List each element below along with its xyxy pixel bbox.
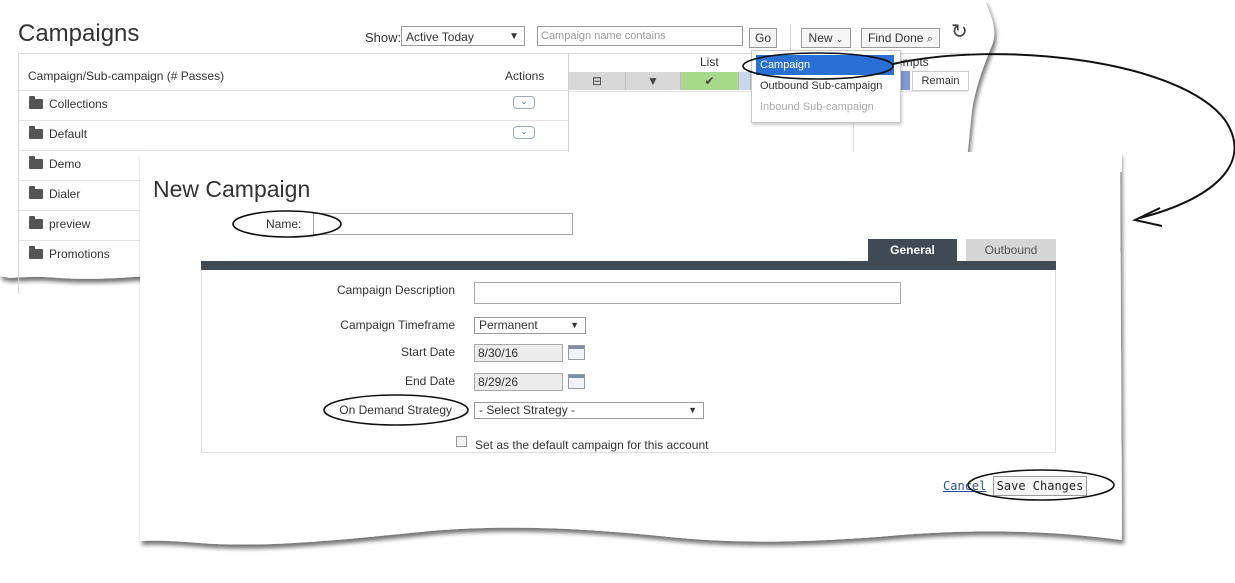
new-button[interactable]: New ⌄: [801, 28, 851, 48]
search-icon: ⌕: [926, 33, 933, 45]
tab-bar: [201, 261, 1056, 270]
campaign-row-label: preview: [49, 217, 91, 231]
folder-icon: [29, 246, 43, 259]
campaign-row-label: Dialer: [49, 187, 81, 201]
save-changes-button[interactable]: Save Changes: [993, 476, 1087, 496]
campaign-row-label: Demo: [49, 157, 82, 171]
description-label: Campaign Description: [336, 283, 455, 297]
filter-icon[interactable]: ▼: [626, 72, 681, 90]
checkmark-icon[interactable]: ✔: [681, 72, 739, 90]
refresh-icon[interactable]: ↻: [951, 19, 968, 44]
folder-icon: [29, 126, 43, 139]
column-header-list: List: [700, 55, 719, 69]
page-title: Campaigns: [18, 20, 140, 47]
default-campaign-label: Set as the default campaign for this acc…: [475, 438, 709, 452]
go-button[interactable]: Go: [749, 28, 777, 48]
timeframe-value: Permanent: [479, 318, 538, 332]
menu-item-outbound-sub-campaign[interactable]: Outbound Sub-campaign: [756, 76, 894, 96]
campaign-row-label: Promotions: [49, 247, 110, 261]
menu-item-campaign[interactable]: Campaign: [756, 55, 894, 75]
list-column-cell: [739, 72, 751, 90]
find-done-button[interactable]: Find Done ⌕: [861, 28, 940, 48]
chevron-down-icon: ⌄: [835, 34, 844, 44]
new-menu: Campaign Outbound Sub-campaign Inbound S…: [751, 50, 901, 123]
default-campaign-checkbox[interactable]: [456, 436, 467, 447]
campaign-row-label: Default: [49, 127, 88, 141]
campaign-description-input[interactable]: [474, 282, 901, 304]
calendar-icon[interactable]: [568, 374, 585, 389]
find-done-label: Find Done: [868, 31, 924, 45]
row-actions-button[interactable]: ⌄: [513, 126, 535, 139]
arrow-head-icon: [1131, 207, 1163, 227]
chevron-down-icon: ▼: [509, 31, 519, 42]
strategy-label: On Demand Strategy: [339, 403, 452, 417]
chevron-down-icon: ▼: [570, 320, 579, 330]
chevron-down-icon: ▼: [688, 405, 697, 415]
campaign-row[interactable]: Default ⌄: [19, 120, 568, 150]
timeframe-select[interactable]: Permanent ▼: [474, 317, 586, 334]
campaign-row-label: Collections: [49, 97, 108, 111]
strategy-value: - Select Strategy -: [479, 403, 576, 417]
folder-icon: [29, 96, 43, 109]
show-label: Show:: [365, 30, 402, 45]
name-label: Name:: [266, 217, 302, 231]
timeframe-label: Campaign Timeframe: [340, 318, 455, 332]
tab-general[interactable]: General: [868, 239, 957, 262]
menu-item-inbound-sub-campaign: Inbound Sub-campaign: [760, 101, 874, 113]
view-icon[interactable]: ⊟: [569, 72, 626, 90]
calendar-icon[interactable]: [568, 345, 585, 360]
toolbar-divider: [790, 24, 791, 50]
campaign-row[interactable]: Collections ⌄: [19, 90, 568, 120]
folder-icon: [29, 156, 43, 169]
column-header-remain: Remain: [912, 71, 969, 91]
end-date-input[interactable]: 8/29/26: [474, 373, 563, 391]
new-button-label: New: [808, 31, 833, 45]
tab-outbound[interactable]: Outbound: [966, 239, 1056, 262]
start-date-label: Start Date: [400, 345, 455, 359]
folder-icon: [29, 216, 43, 229]
row-actions-button[interactable]: ⌄: [513, 96, 535, 109]
campaign-search-input[interactable]: Campaign name contains: [537, 26, 743, 46]
start-date-input[interactable]: 8/30/16: [474, 344, 563, 362]
strategy-select[interactable]: - Select Strategy - ▼: [474, 402, 704, 419]
campaign-name-input[interactable]: [313, 213, 573, 235]
show-filter-select[interactable]: Active Today ▼: [401, 26, 525, 46]
folder-icon: [29, 186, 43, 199]
column-header-campaign: Campaign/Sub-campaign (# Passes): [28, 69, 225, 83]
end-date-label: End Date: [404, 374, 455, 388]
cancel-link[interactable]: Cancel: [943, 479, 986, 493]
new-campaign-title: New Campaign: [153, 176, 311, 202]
column-header-actions: Actions: [505, 69, 545, 83]
show-filter-value: Active Today: [406, 30, 474, 44]
